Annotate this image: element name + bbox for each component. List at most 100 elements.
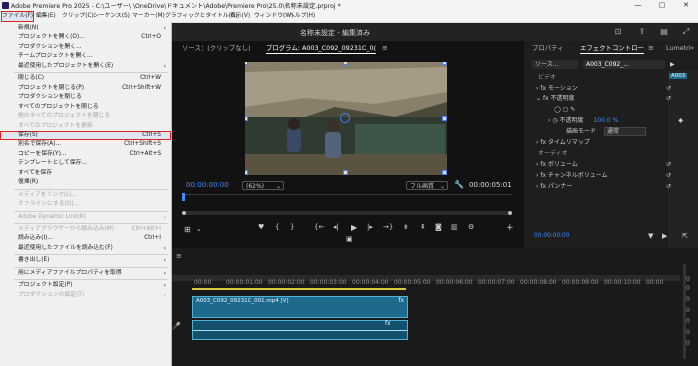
zoom-select[interactable]: (62%) ⌄ — [242, 181, 284, 190]
step-back-icon[interactable]: ◂| — [333, 223, 339, 231]
fullscreen-icon[interactable]: ⤢ — [680, 27, 692, 37]
tab-effect-controls[interactable]: エフェクトコントロー — [580, 41, 644, 55]
microphone-icon[interactable]: 🎤 — [172, 322, 181, 330]
file-menu-item[interactable]: 復帰(R) — [0, 178, 171, 187]
reset-icon[interactable]: ↺ — [666, 182, 671, 191]
quality-select[interactable]: フル画質 ⌄ — [406, 181, 448, 190]
file-menu-item[interactable]: 閉じる(C) Ctrl+W — [0, 74, 171, 83]
file-menu-item[interactable]: プロダクションを開く... — [0, 43, 171, 52]
menu-graphics[interactable]: グラフィックとタイトル(G) — [164, 11, 239, 22]
volume-rubberband[interactable] — [193, 330, 407, 331]
menu-sequence[interactable]: シーケンス(S) — [92, 11, 131, 22]
file-menu-item[interactable]: 最近使用したファイルを読み込む(F) › — [0, 244, 171, 253]
master-clip-select[interactable]: ソース... — [532, 60, 578, 69]
menu-file[interactable]: ファイル(F) — [1, 11, 35, 22]
add-button-icon[interactable]: + — [506, 223, 514, 233]
playhead-marker[interactable] — [182, 193, 185, 201]
mark-in-icon[interactable]: { — [275, 223, 279, 231]
transform-handle[interactable] — [343, 62, 348, 65]
file-menu-item[interactable]: プロジェクトを閉じる(P) Ctrl+Shift+W — [0, 84, 171, 93]
transform-handle[interactable] — [442, 170, 447, 175]
go-to-in-icon[interactable]: {← — [314, 223, 324, 231]
file-menu-item[interactable]: コピーを保存(Y)... Ctrl+Alt+S — [0, 150, 171, 159]
file-menu-item[interactable]: 書き出し(E) › — [0, 256, 171, 265]
effect-volume[interactable]: › fx ボリューム ↺ — [528, 160, 674, 169]
transform-handle[interactable] — [245, 116, 248, 121]
play-audio-icon[interactable]: ▶ — [670, 61, 675, 68]
play-only-audio-icon[interactable]: ▶ — [662, 232, 667, 240]
clip-select[interactable]: A003_C092_... — [583, 60, 665, 69]
stopwatch-icon[interactable]: ◷ — [552, 117, 557, 124]
mini-timeline[interactable] — [182, 194, 512, 195]
audio-clip[interactable]: fx — [192, 320, 408, 340]
transform-handle[interactable] — [245, 170, 248, 175]
effect-panner[interactable]: › fx パンナー ↺ — [528, 182, 674, 191]
file-menu-item[interactable]: すべてを保存 — [0, 169, 171, 178]
go-to-out-icon[interactable]: →} — [383, 223, 393, 231]
tab-source[interactable]: ソース：(クリップなし) — [182, 41, 251, 55]
transform-handle[interactable] — [442, 116, 447, 121]
insert-icon[interactable]: ⇟ — [403, 223, 409, 231]
effect-opacity[interactable]: ⌄ fx 不透明度 ↺ — [528, 94, 674, 103]
overwrite-icon[interactable]: ⇞ — [420, 223, 426, 231]
maximize-button[interactable]: ▢ — [650, 0, 674, 11]
file-menu-item[interactable]: 読み込み(I)... Ctrl+I — [0, 234, 171, 243]
export-frame-icon[interactable]: ◙ — [435, 223, 442, 231]
file-menu-item[interactable]: プロダクションを閉じる — [0, 93, 171, 102]
menu-view[interactable]: 表示(V) — [229, 11, 251, 22]
work-area-bar[interactable] — [192, 288, 406, 290]
tab-lumetri[interactable]: Lumetri — [666, 41, 691, 55]
play-icon[interactable]: ▶ — [351, 223, 357, 232]
menu-edit[interactable]: 編集(E) — [35, 11, 57, 22]
scroll-handle-right[interactable] — [508, 211, 512, 215]
proxy-toggle-icon[interactable]: ⚙ — [468, 223, 474, 231]
anchor-point-icon[interactable] — [340, 113, 350, 123]
comparison-view-icon[interactable]: ▥ — [451, 223, 458, 231]
chevron-down-icon[interactable]: ⌄ — [196, 225, 202, 233]
minimize-button[interactable]: — — [626, 0, 650, 11]
menu-marker[interactable]: マーカー(M) — [131, 11, 166, 22]
workspace-icon[interactable]: ▤ — [658, 27, 670, 37]
keyframe-nav-icon[interactable]: ◆ — [678, 116, 683, 125]
file-menu-item[interactable]: すべてのプロジェクトを閉じる — [0, 103, 171, 112]
transform-handle[interactable] — [245, 62, 248, 65]
effect-motion[interactable]: › fx モーション ↺ — [528, 84, 674, 93]
filter-icon[interactable]: ▼ — [648, 232, 653, 240]
export-icon[interactable]: ⇱ — [682, 232, 688, 240]
reset-icon[interactable]: ↺ — [666, 171, 671, 180]
effect-channel-volume[interactable]: › fx チャンネルボリューム ↺ — [528, 171, 674, 180]
reset-icon[interactable]: ↺ — [666, 84, 671, 93]
file-menu-item[interactable]: プロジェクト設定(P) › — [0, 281, 171, 290]
scroll-handle-left[interactable] — [182, 211, 186, 215]
file-menu-item[interactable]: プロジェクトを開く(O)... Ctrl+O — [0, 33, 171, 42]
tab-menu-icon[interactable]: ≡ — [382, 44, 388, 52]
safe-margins-icon[interactable]: ⊞ — [184, 225, 191, 234]
tab-properties[interactable]: プロパティ — [532, 41, 564, 55]
file-menu-item[interactable]: 新規(N) › — [0, 24, 171, 33]
transform-handle[interactable] — [442, 62, 447, 65]
tab-menu-icon[interactable]: ≡ — [648, 44, 654, 52]
menu-help[interactable]: ヘルプ(H) — [288, 11, 316, 22]
quick-export-icon[interactable]: ⊡ — [612, 27, 624, 37]
ellipse-mask-icon[interactable]: ◯ — [554, 106, 561, 113]
tab-program[interactable]: プログラム: A003_C092_09231C_0( — [266, 41, 377, 55]
marker-icon[interactable]: ♥ — [258, 223, 264, 231]
timeline-scrollbar[interactable] — [683, 264, 686, 359]
step-forward-icon[interactable]: |▸ — [367, 223, 373, 231]
effect-time-remap[interactable]: › fx タイムリマップ — [528, 138, 674, 147]
mark-out-icon[interactable]: } — [290, 223, 294, 231]
menu-clip[interactable]: クリップ(C) — [61, 11, 95, 22]
file-menu-item[interactable]: 別名で保存(A)... Ctrl+Shift+S — [0, 140, 171, 149]
reset-icon[interactable]: ↺ — [666, 94, 671, 103]
more-tabs-icon[interactable]: » — [690, 44, 694, 52]
file-menu-item[interactable]: チームプロジェクトを開く... — [0, 52, 171, 61]
wrench-icon[interactable]: 🔧 — [454, 180, 464, 189]
effects-timecode[interactable]: 00:00:00:00 — [534, 233, 569, 239]
file-menu-item[interactable]: テンプレートとして保存... — [0, 159, 171, 168]
pen-mask-icon[interactable]: ✎ — [570, 106, 575, 113]
reset-icon[interactable]: ↺ — [666, 160, 671, 169]
file-menu-item[interactable]: 保存(S) Ctrl+S — [0, 130, 171, 141]
file-menu-item[interactable]: 用にメディアファイルプロパティを取得 › — [0, 269, 171, 278]
close-button[interactable]: ✕ — [674, 0, 698, 11]
scroll-bar[interactable] — [182, 211, 512, 215]
